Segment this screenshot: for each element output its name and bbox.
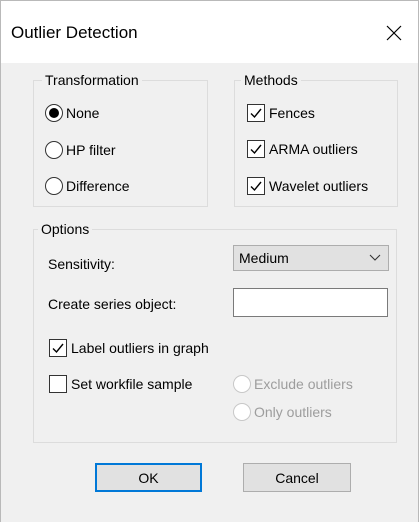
radio-button[interactable] (233, 375, 251, 393)
checkmark-icon (250, 181, 262, 192)
checkmark-icon (52, 343, 64, 354)
methods-group-label: Methods (241, 72, 301, 88)
create-series-label: Create series object: (48, 296, 177, 312)
radio-hp-filter[interactable]: HP filter (45, 141, 116, 159)
checkbox-arma-outliers[interactable]: ARMA outliers (247, 140, 358, 158)
checkbox[interactable] (247, 177, 265, 195)
radio-exclude-outliers[interactable]: Exclude outliers (233, 375, 353, 393)
radio-none-label: None (66, 105, 100, 121)
radio-button[interactable] (45, 177, 63, 195)
options-group-label: Options (38, 221, 93, 237)
ok-button[interactable]: OK (95, 463, 202, 492)
checkbox[interactable] (49, 339, 67, 357)
checkbox-wavelet-outliers-label: Wavelet outliers (269, 178, 369, 194)
radio-hp-filter-label: HP filter (66, 142, 116, 158)
checkbox-fences[interactable]: Fences (247, 104, 315, 122)
sensitivity-dropdown[interactable]: Medium (233, 245, 389, 271)
checkbox-set-workfile-sample-label: Set workfile sample (71, 376, 193, 392)
transformation-group-label: Transformation (42, 72, 142, 88)
cancel-button-label: Cancel (275, 469, 319, 486)
radio-only-outliers[interactable]: Only outliers (233, 403, 332, 421)
dialog-body: Transformation None HP filter Difference… (1, 63, 418, 522)
checkbox[interactable] (247, 104, 265, 122)
radio-button[interactable] (233, 403, 251, 421)
checkbox-label-outliers-label: Label outliers in graph (71, 340, 209, 356)
radio-none[interactable]: None (45, 104, 99, 122)
title-bar: Outlier Detection (1, 1, 418, 63)
chevron-down-icon (369, 254, 381, 261)
checkmark-icon (250, 144, 262, 155)
radio-button[interactable] (45, 141, 63, 159)
radio-only-outliers-label: Only outliers (254, 404, 332, 420)
checkbox-label-outliers[interactable]: Label outliers in graph (49, 339, 209, 357)
sensitivity-value: Medium (239, 250, 289, 266)
cancel-button[interactable]: Cancel (243, 463, 351, 492)
sensitivity-label: Sensitivity: (48, 256, 115, 272)
outlier-detection-dialog: Outlier Detection Transformation None HP… (0, 0, 419, 522)
radio-exclude-outliers-label: Exclude outliers (254, 376, 353, 392)
checkmark-icon (250, 108, 262, 119)
checkbox-fences-label: Fences (269, 105, 315, 121)
create-series-input[interactable] (233, 288, 388, 317)
radio-difference-label: Difference (66, 178, 130, 194)
checkbox-set-workfile-sample[interactable]: Set workfile sample (49, 375, 192, 393)
dialog-title: Outlier Detection (11, 23, 138, 42)
checkbox-arma-outliers-label: ARMA outliers (269, 141, 358, 157)
radio-difference[interactable]: Difference (45, 177, 130, 195)
ok-button-label: OK (138, 469, 159, 486)
radio-button[interactable] (45, 104, 63, 122)
checkbox[interactable] (247, 140, 265, 158)
close-icon (386, 25, 402, 41)
checkbox-wavelet-outliers[interactable]: Wavelet outliers (247, 177, 368, 195)
checkbox[interactable] (49, 375, 67, 393)
close-button[interactable] (378, 17, 410, 49)
